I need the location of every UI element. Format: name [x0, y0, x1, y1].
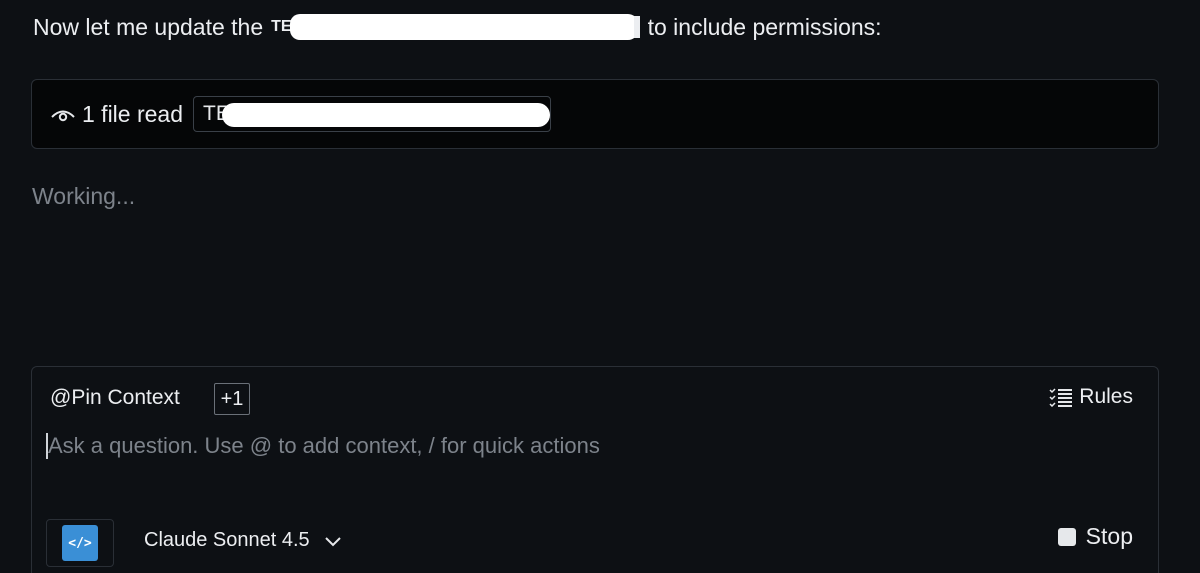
list-checks-icon [1049, 388, 1073, 407]
eye-icon [50, 105, 76, 123]
pin-context-button[interactable]: @Pin Context [50, 386, 180, 410]
redaction-mark [289, 14, 638, 40]
chat-composer: @Pin Context +1 Rules </> Claude Sonnet [31, 366, 1159, 573]
tool-call-row: 1 file read TE [50, 95, 552, 133]
tool-call-label: 1 file read [82, 100, 184, 127]
message-prefix: Now let me update the [33, 13, 264, 40]
working-status: Working... [32, 183, 136, 209]
tool-call-card[interactable]: 1 file read TE [31, 79, 1159, 149]
chat-input-area[interactable] [46, 429, 1136, 463]
stop-label: Stop [1085, 523, 1133, 549]
file-chip[interactable]: TE [193, 96, 552, 132]
redaction-mark [222, 103, 551, 127]
assistant-message: Now let me update the TE to include perm… [33, 11, 882, 43]
mode-button[interactable]: </> [46, 519, 114, 567]
chevron-down-icon [324, 536, 341, 546]
rules-button[interactable]: Rules [1049, 385, 1133, 409]
rules-label: Rules [1079, 385, 1133, 408]
context-count-badge[interactable]: +1 [214, 383, 250, 415]
message-prefix-tail: TE [271, 18, 292, 35]
code-icon: </> [62, 525, 98, 561]
chat-input[interactable] [48, 433, 1128, 459]
message-suffix: to include permissions: [647, 13, 882, 40]
stop-icon [1057, 527, 1076, 546]
model-selector[interactable]: Claude Sonnet 4.5 [144, 529, 342, 552]
stop-button[interactable]: Stop [1057, 523, 1133, 550]
model-name: Claude Sonnet 4.5 [144, 529, 310, 551]
chat-panel: Now let me update the TE to include perm… [0, 0, 1200, 573]
